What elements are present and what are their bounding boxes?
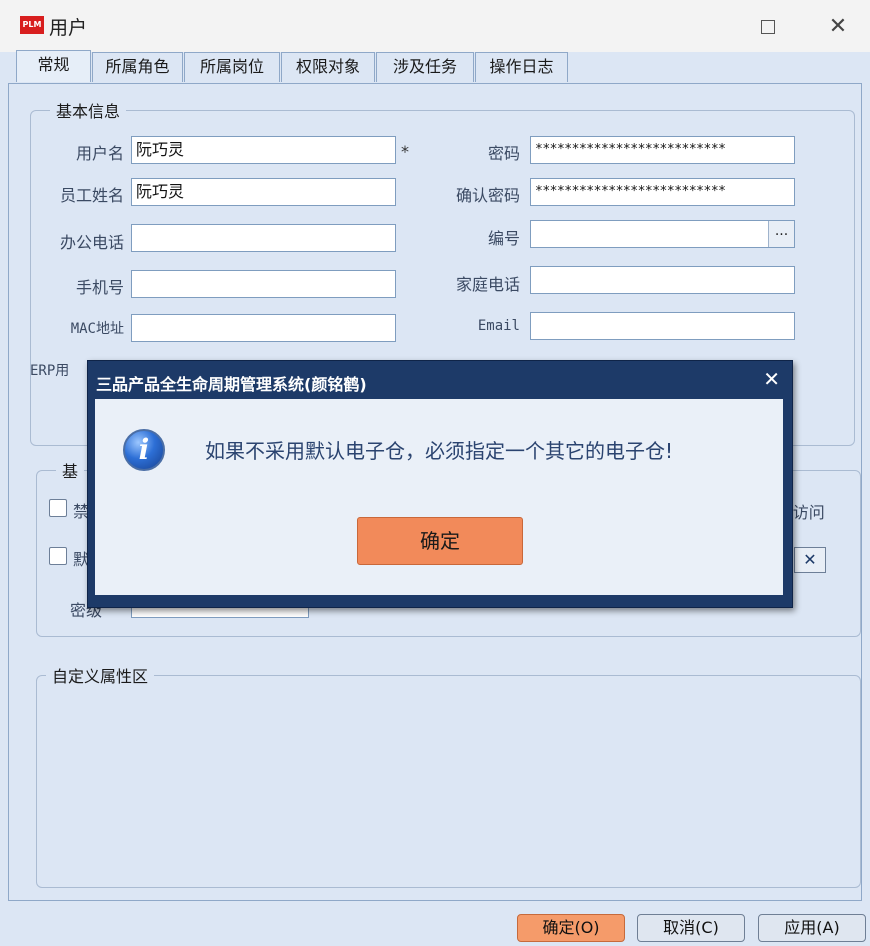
password-label: 密码 [487,144,520,163]
ok-button[interactable]: 确定(O) [517,914,625,942]
dialog-close-icon[interactable]: ✕ [763,367,780,391]
window-title: 用户 [49,17,88,39]
office-phone-input[interactable] [131,224,396,252]
number-input[interactable]: ... [530,220,795,248]
email-input[interactable] [530,312,795,340]
confirm-password-label: 确认密码 [455,186,520,205]
required-mark: * [401,142,409,161]
erp-label: ERP用 [30,363,70,379]
tab-logs[interactable]: 操作日志 [475,52,568,82]
tab-roles[interactable]: 所属角色 [92,52,183,82]
apply-button[interactable]: 应用(A) [758,914,866,942]
custom-attr-title: 自定义属性区 [46,663,155,687]
office-phone-label: 办公电话 [59,233,124,252]
tab-tasks[interactable]: 涉及任务 [376,52,474,82]
tab-general[interactable]: 常规 [16,50,91,82]
clear-icon: ✕ [803,550,817,569]
dialog-ok-button[interactable]: 确定 [357,517,523,565]
tab-positions[interactable]: 所属岗位 [184,52,280,82]
plm-logo-icon: PLM [20,16,44,34]
mobile-label: 手机号 [75,278,124,297]
info-icon: i [123,429,165,471]
disable-checkbox[interactable] [49,499,67,517]
employee-name-label: 员工姓名 [59,186,124,205]
password-input[interactable]: ************************** [530,136,795,164]
default-checkbox[interactable] [49,547,67,565]
username-label: 用户名 [75,144,124,163]
access-label: I访问 [788,503,825,522]
close-icon: ✕ [828,14,848,39]
mac-label: MAC地址 [70,321,124,337]
close-button[interactable]: ✕ [818,12,858,42]
basic-info-title: 基本信息 [50,98,127,122]
clear-button[interactable]: ✕ [794,547,826,573]
confirm-password-input[interactable]: ************************** [530,178,795,206]
tab-permissions[interactable]: 权限对象 [281,52,375,82]
username-input[interactable]: 阮巧灵 [131,136,396,164]
number-browse-button[interactable]: ... [768,221,794,247]
title-bar: PLM 用户 ✕ [0,0,870,52]
maximize-icon [761,20,775,34]
home-phone-label: 家庭电话 [455,275,520,294]
employee-name-input[interactable]: 阮巧灵 [131,178,396,206]
maximize-button[interactable] [748,12,788,42]
number-label: 编号 [487,229,520,248]
cancel-button[interactable]: 取消(C) [637,914,745,942]
home-phone-input[interactable] [530,266,795,294]
email-label: Email [477,318,520,334]
message-dialog: 三品产品全生命周期管理系统(颜铭鹤) ✕ i 如果不采用默认电子仓，必须指定一个… [87,360,793,608]
user-window: PLM 用户 ✕ 常规 所属角色 所属岗位 权限对象 涉及任务 操作日志 基本信… [0,0,870,946]
custom-attr-group [36,675,861,888]
options-group-title: 基 [56,458,85,482]
mac-input[interactable] [131,314,396,342]
mobile-input[interactable] [131,270,396,298]
dialog-message: 如果不采用默认电子仓，必须指定一个其它的电子仓! [205,439,674,463]
dialog-title: 三品产品全生命周期管理系统(颜铭鹤) [96,375,367,394]
dialog-body: i 如果不采用默认电子仓，必须指定一个其它的电子仓! 确定 [95,399,783,595]
